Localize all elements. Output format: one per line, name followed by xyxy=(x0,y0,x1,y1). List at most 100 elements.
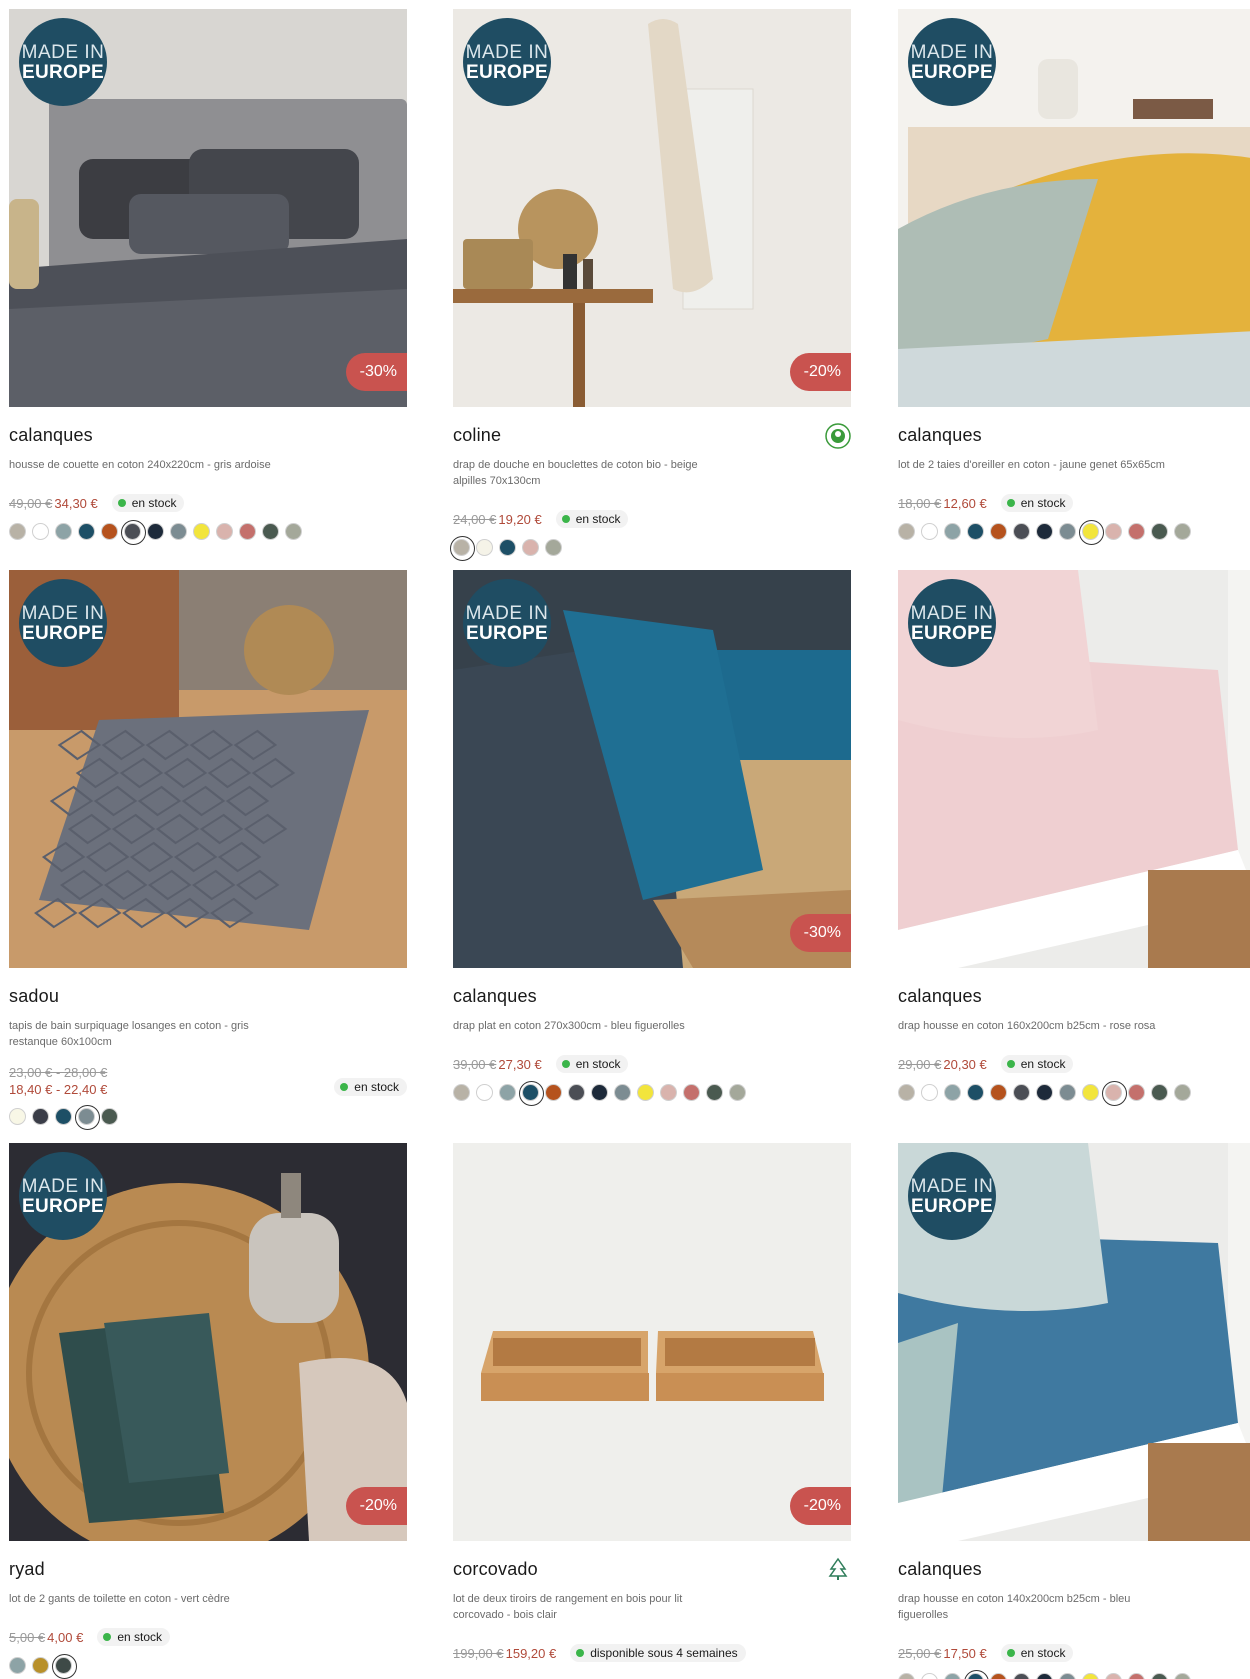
color-swatch[interactable] xyxy=(1082,1672,1099,1679)
color-swatch[interactable] xyxy=(450,535,475,561)
color-swatch[interactable] xyxy=(1013,1083,1030,1101)
color-swatch[interactable] xyxy=(1036,1672,1053,1679)
product-title[interactable]: coline xyxy=(453,425,501,445)
color-swatch[interactable] xyxy=(1105,522,1122,540)
color-swatch[interactable] xyxy=(453,1083,470,1101)
color-swatch[interactable] xyxy=(990,1672,1007,1679)
color-swatch[interactable] xyxy=(944,1083,961,1101)
product-title[interactable]: calanques xyxy=(453,986,537,1006)
color-swatch[interactable] xyxy=(944,1672,961,1679)
color-swatch[interactable] xyxy=(1151,522,1168,540)
color-swatch[interactable] xyxy=(55,522,72,540)
color-swatch[interactable] xyxy=(637,1083,654,1101)
color-swatch[interactable] xyxy=(1174,1672,1191,1679)
color-swatch[interactable] xyxy=(9,522,26,540)
color-swatch[interactable] xyxy=(1036,522,1053,540)
color-swatch[interactable] xyxy=(193,522,210,540)
product-title[interactable]: calanques xyxy=(898,425,982,445)
color-swatch[interactable] xyxy=(32,1656,49,1674)
color-swatch[interactable] xyxy=(990,1083,1007,1101)
color-swatch[interactable] xyxy=(967,522,984,540)
color-swatch[interactable] xyxy=(921,1083,938,1101)
color-swatch[interactable] xyxy=(101,1107,118,1125)
product-image[interactable]: MADE IN EUROPE -20% xyxy=(9,1143,407,1541)
product-card[interactable]: MADE IN EUROPE -30% calanques housse de coue… xyxy=(9,9,407,545)
product-card[interactable]: -20% corcovado lot de deux tiroirs de rang… xyxy=(453,1143,851,1663)
product-title[interactable]: calanques xyxy=(898,1559,982,1579)
color-swatch[interactable] xyxy=(262,522,279,540)
color-swatch[interactable] xyxy=(545,538,562,556)
color-swatch[interactable] xyxy=(1082,1083,1099,1101)
color-swatch[interactable] xyxy=(522,538,539,556)
color-swatch[interactable] xyxy=(55,1107,72,1125)
color-swatch[interactable] xyxy=(898,522,915,540)
color-swatch[interactable] xyxy=(1036,1083,1053,1101)
product-image[interactable]: MADE IN EUROPE -30% xyxy=(9,9,407,407)
color-swatch[interactable] xyxy=(170,522,187,540)
product-card[interactable]: MADE IN EUROPE calanques drap housse en cot… xyxy=(898,570,1250,1106)
color-swatch[interactable] xyxy=(591,1083,608,1101)
color-swatch[interactable] xyxy=(32,1107,49,1125)
product-title[interactable]: calanques xyxy=(898,986,982,1006)
color-swatch[interactable] xyxy=(1151,1672,1168,1679)
color-swatch[interactable] xyxy=(1128,1083,1145,1101)
product-card[interactable]: MADE IN EUROPE calanques drap housse en cot… xyxy=(898,1143,1250,1679)
color-swatch[interactable] xyxy=(1059,1672,1076,1679)
product-title[interactable]: sadou xyxy=(9,986,59,1006)
color-swatch[interactable] xyxy=(75,1104,100,1130)
color-swatch[interactable] xyxy=(1128,522,1145,540)
color-swatch[interactable] xyxy=(476,538,493,556)
product-title[interactable]: ryad xyxy=(9,1559,45,1579)
color-swatch[interactable] xyxy=(101,522,118,540)
color-swatch[interactable] xyxy=(216,522,233,540)
color-swatch[interactable] xyxy=(898,1083,915,1101)
color-swatch[interactable] xyxy=(921,1672,938,1679)
color-swatch[interactable] xyxy=(944,522,961,540)
color-swatch[interactable] xyxy=(147,522,164,540)
color-swatch[interactable] xyxy=(1013,1672,1030,1679)
color-swatch[interactable] xyxy=(967,1083,984,1101)
product-title[interactable]: calanques xyxy=(9,425,93,445)
color-swatch[interactable] xyxy=(921,522,938,540)
product-image[interactable]: MADE IN EUROPE xyxy=(898,570,1250,968)
color-swatch[interactable] xyxy=(9,1107,26,1125)
color-swatch[interactable] xyxy=(729,1083,746,1101)
product-image[interactable]: MADE IN EUROPE -30% xyxy=(453,570,851,968)
color-swatch[interactable] xyxy=(898,1672,915,1679)
product-title[interactable]: corcovado xyxy=(453,1559,538,1579)
color-swatch[interactable] xyxy=(1151,1083,1168,1101)
color-swatch[interactable] xyxy=(499,1083,516,1101)
product-image[interactable]: MADE IN EUROPE -20% xyxy=(453,9,851,407)
color-swatch[interactable] xyxy=(476,1083,493,1101)
color-swatch[interactable] xyxy=(285,522,302,540)
product-image[interactable]: MADE IN EUROPE xyxy=(898,9,1250,407)
color-swatch[interactable] xyxy=(1174,1083,1191,1101)
color-swatch[interactable] xyxy=(545,1083,562,1101)
color-swatch[interactable] xyxy=(239,522,256,540)
color-swatch[interactable] xyxy=(706,1083,723,1101)
color-swatch[interactable] xyxy=(121,519,146,545)
color-swatch[interactable] xyxy=(990,522,1007,540)
color-swatch[interactable] xyxy=(1102,1080,1127,1106)
color-swatch[interactable] xyxy=(1013,522,1030,540)
color-swatch[interactable] xyxy=(614,1083,631,1101)
color-swatch[interactable] xyxy=(52,1653,77,1679)
color-swatch[interactable] xyxy=(519,1080,544,1106)
product-image[interactable]: -20% xyxy=(453,1143,851,1541)
color-swatch[interactable] xyxy=(964,1669,989,1679)
product-card[interactable]: MADE IN EUROPE -20% ryad lot de 2 gants de t… xyxy=(9,1143,407,1679)
product-card[interactable]: MADE IN EUROPE -30% calanques drap plat en c… xyxy=(453,570,851,1106)
color-swatch[interactable] xyxy=(32,522,49,540)
color-swatch[interactable] xyxy=(9,1656,26,1674)
color-swatch[interactable] xyxy=(1059,522,1076,540)
color-swatch[interactable] xyxy=(568,1083,585,1101)
color-swatch[interactable] xyxy=(1174,522,1191,540)
color-swatch[interactable] xyxy=(78,522,95,540)
product-image[interactable]: MADE IN EUROPE xyxy=(898,1143,1250,1541)
color-swatch[interactable] xyxy=(660,1083,677,1101)
color-swatch[interactable] xyxy=(1105,1672,1122,1679)
color-swatch[interactable] xyxy=(1079,519,1104,545)
color-swatch[interactable] xyxy=(499,538,516,556)
color-swatch[interactable] xyxy=(683,1083,700,1101)
color-swatch[interactable] xyxy=(1059,1083,1076,1101)
